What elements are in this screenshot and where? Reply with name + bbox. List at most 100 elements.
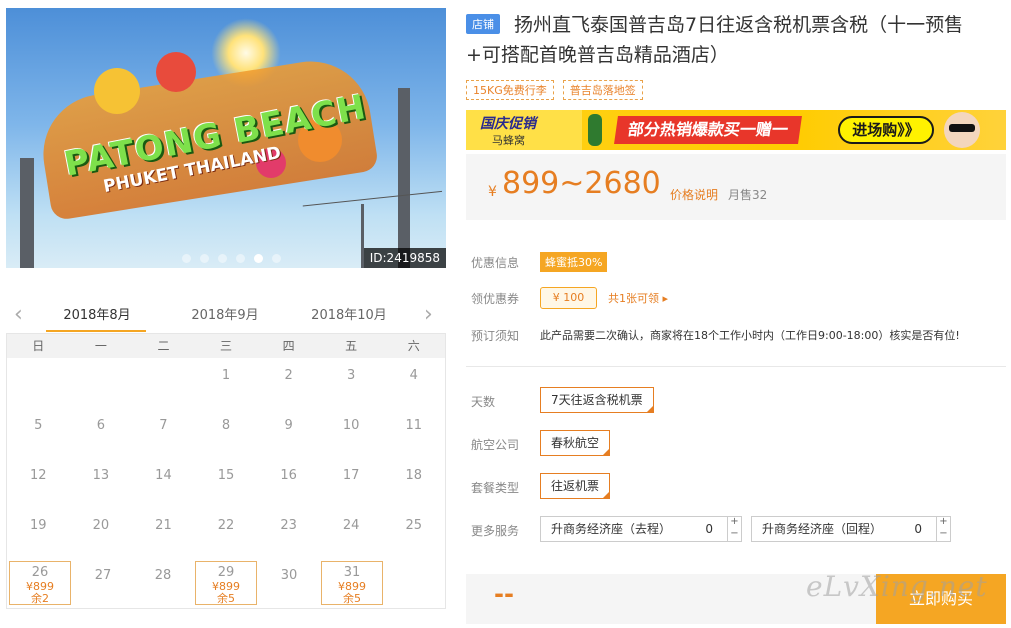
day-number: 27 [94,568,112,583]
calendar-day: 19 [7,508,70,558]
coupon-count-link[interactable]: 共1张可领 ▸ [608,290,668,306]
calendar-week-row: 5 6 7 8 9 10 11 [7,408,445,458]
calendar-day: 24 [320,508,383,558]
promo-banner[interactable]: 国庆促销 马蜂窝 部分热销爆款买一赠一 进场购》》 [466,110,1006,150]
calendar-day-available[interactable]: 29 ¥899 余5 [195,561,257,605]
carousel-dot[interactable] [182,254,191,263]
product-photo[interactable]: PATONG BEACH PHUKET THAILAND ID:2419858 [6,8,446,268]
ball-graphic [156,52,196,92]
airline-label: 航空公司 [471,438,520,452]
day-number: 12 [30,468,47,483]
tab-month-aug[interactable]: 2018年8月 [42,304,152,323]
calendar-day: 16 [257,458,320,508]
active-month-underline [46,330,146,332]
service-return-qty[interactable]: 0 [914,517,922,541]
calendar-day: 14 [132,458,195,508]
option-days[interactable]: 7天往返含税机票 [540,387,654,413]
calendar-week-row: 12 13 14 15 16 17 18 [7,458,445,508]
calendar-day [70,358,133,408]
day-number: 21 [155,518,172,533]
package-label: 套餐类型 [471,481,520,495]
services-label: 更多服务 [471,524,520,538]
service-outbound-name: 升商务经济座（去程） [551,522,672,536]
day-remaining: 余2 [31,592,49,605]
day-number: 23 [280,518,297,533]
calendar-day-available[interactable]: 31 ¥899 余5 [321,561,383,605]
day-number: 15 [217,468,235,483]
weekday-label: 五 [345,339,358,353]
calendar-day: 30 [259,558,319,608]
carousel-dot[interactable] [254,254,263,263]
tag-baggage: 15KG免费行李 [466,80,554,100]
day-number: 8 [221,418,231,433]
calendar-day: 23 [257,508,320,558]
day-number: 19 [30,518,47,533]
divider [466,366,1006,367]
product-tags: 15KG免费行李 普吉岛落地签 [466,80,643,100]
day-number: 4 [409,368,418,383]
calendar-month-nav: ‹ 2018年8月 2018年9月 2018年10月 › [6,296,446,332]
calendar-day: 9 [257,408,320,458]
calendar-day: 3 [320,358,383,408]
minus-icon[interactable]: − [730,528,738,539]
day-number: 25 [405,518,423,533]
day-number: 13 [92,468,110,483]
plus-icon[interactable]: + [939,516,947,527]
day-remaining: 余5 [343,592,361,605]
day-number: 16 [280,468,297,483]
day-number: 20 [92,518,110,533]
calendar-day: 1 [195,358,258,408]
promo-slogan: 部分热销爆款买一赠一 [614,116,802,144]
day-number: 14 [155,468,172,483]
day-number: 31 [343,565,361,580]
calendar-day: 5 [7,408,70,458]
day-number: 26 [31,565,49,580]
price-explain-link[interactable]: 价格说明 [670,186,718,203]
day-number: 3 [347,368,356,383]
day-number: 10 [342,418,360,433]
day-number: 29 [217,565,235,580]
buy-now-button[interactable]: 立即购买 [876,574,1006,624]
calendar-week-row: 1 2 3 4 [7,358,445,408]
carousel-dot[interactable] [200,254,209,263]
next-month-arrow-icon[interactable]: › [424,302,433,327]
weekday-label: 一 [94,339,107,353]
day-number: 24 [342,518,360,533]
calendar-day [385,558,445,608]
carousel-dot[interactable] [236,254,245,263]
calendar-day: 7 [132,408,195,458]
option-package[interactable]: 往返机票 [540,473,611,499]
calendar-day: 12 [7,458,70,508]
tab-month-oct[interactable]: 2018年10月 [294,304,404,323]
service-outbound-stepper[interactable]: + − [727,516,741,542]
service-return-name: 升商务经济座（回程） [762,522,883,536]
calendar-day: 6 [70,408,133,458]
minus-icon[interactable]: − [939,528,947,539]
enter-shop-button[interactable]: 进场购》》 [838,116,934,144]
day-remaining: 余5 [217,592,235,605]
calendar-day: 10 [320,408,383,458]
tag-visa: 普吉岛落地签 [562,80,643,100]
prev-month-arrow-icon[interactable]: ‹ [14,302,23,327]
coupon-button[interactable]: ¥ 100 [540,287,597,309]
pole-graphic [20,158,34,268]
calendar-day: 2 [257,358,320,408]
coupon-label: 领优惠券 [471,292,520,306]
calendar-day: 21 [132,508,195,558]
carousel-dot[interactable] [218,254,227,263]
notice-label: 预订须知 [471,329,520,343]
day-number: 7 [159,418,168,433]
service-return: 升商务经济座（回程） 0 + − [751,516,951,542]
service-outbound-qty[interactable]: 0 [705,517,713,541]
calendar-day: 25 [382,508,445,558]
tab-month-sep[interactable]: 2018年9月 [170,304,280,323]
plus-icon[interactable]: + [730,516,738,527]
day-number: 28 [154,568,172,583]
calendar-day-available[interactable]: 26 ¥899 余2 [9,561,71,605]
service-return-stepper[interactable]: + − [936,516,950,542]
day-number: 9 [284,418,293,433]
carousel-dot[interactable] [272,254,281,263]
option-airline[interactable]: 春秋航空 [540,430,611,456]
departure-calendar: 日一二三四五六 1 2 3 4 5 6 7 8 9 10 11 12 13 14 15 16 17 18 19 20 2… [6,333,446,609]
product-title: 扬州直飞泰国普吉岛7日往返含税机票含税（十一预售+可搭配首晚普吉岛精品酒店） [466,14,964,66]
